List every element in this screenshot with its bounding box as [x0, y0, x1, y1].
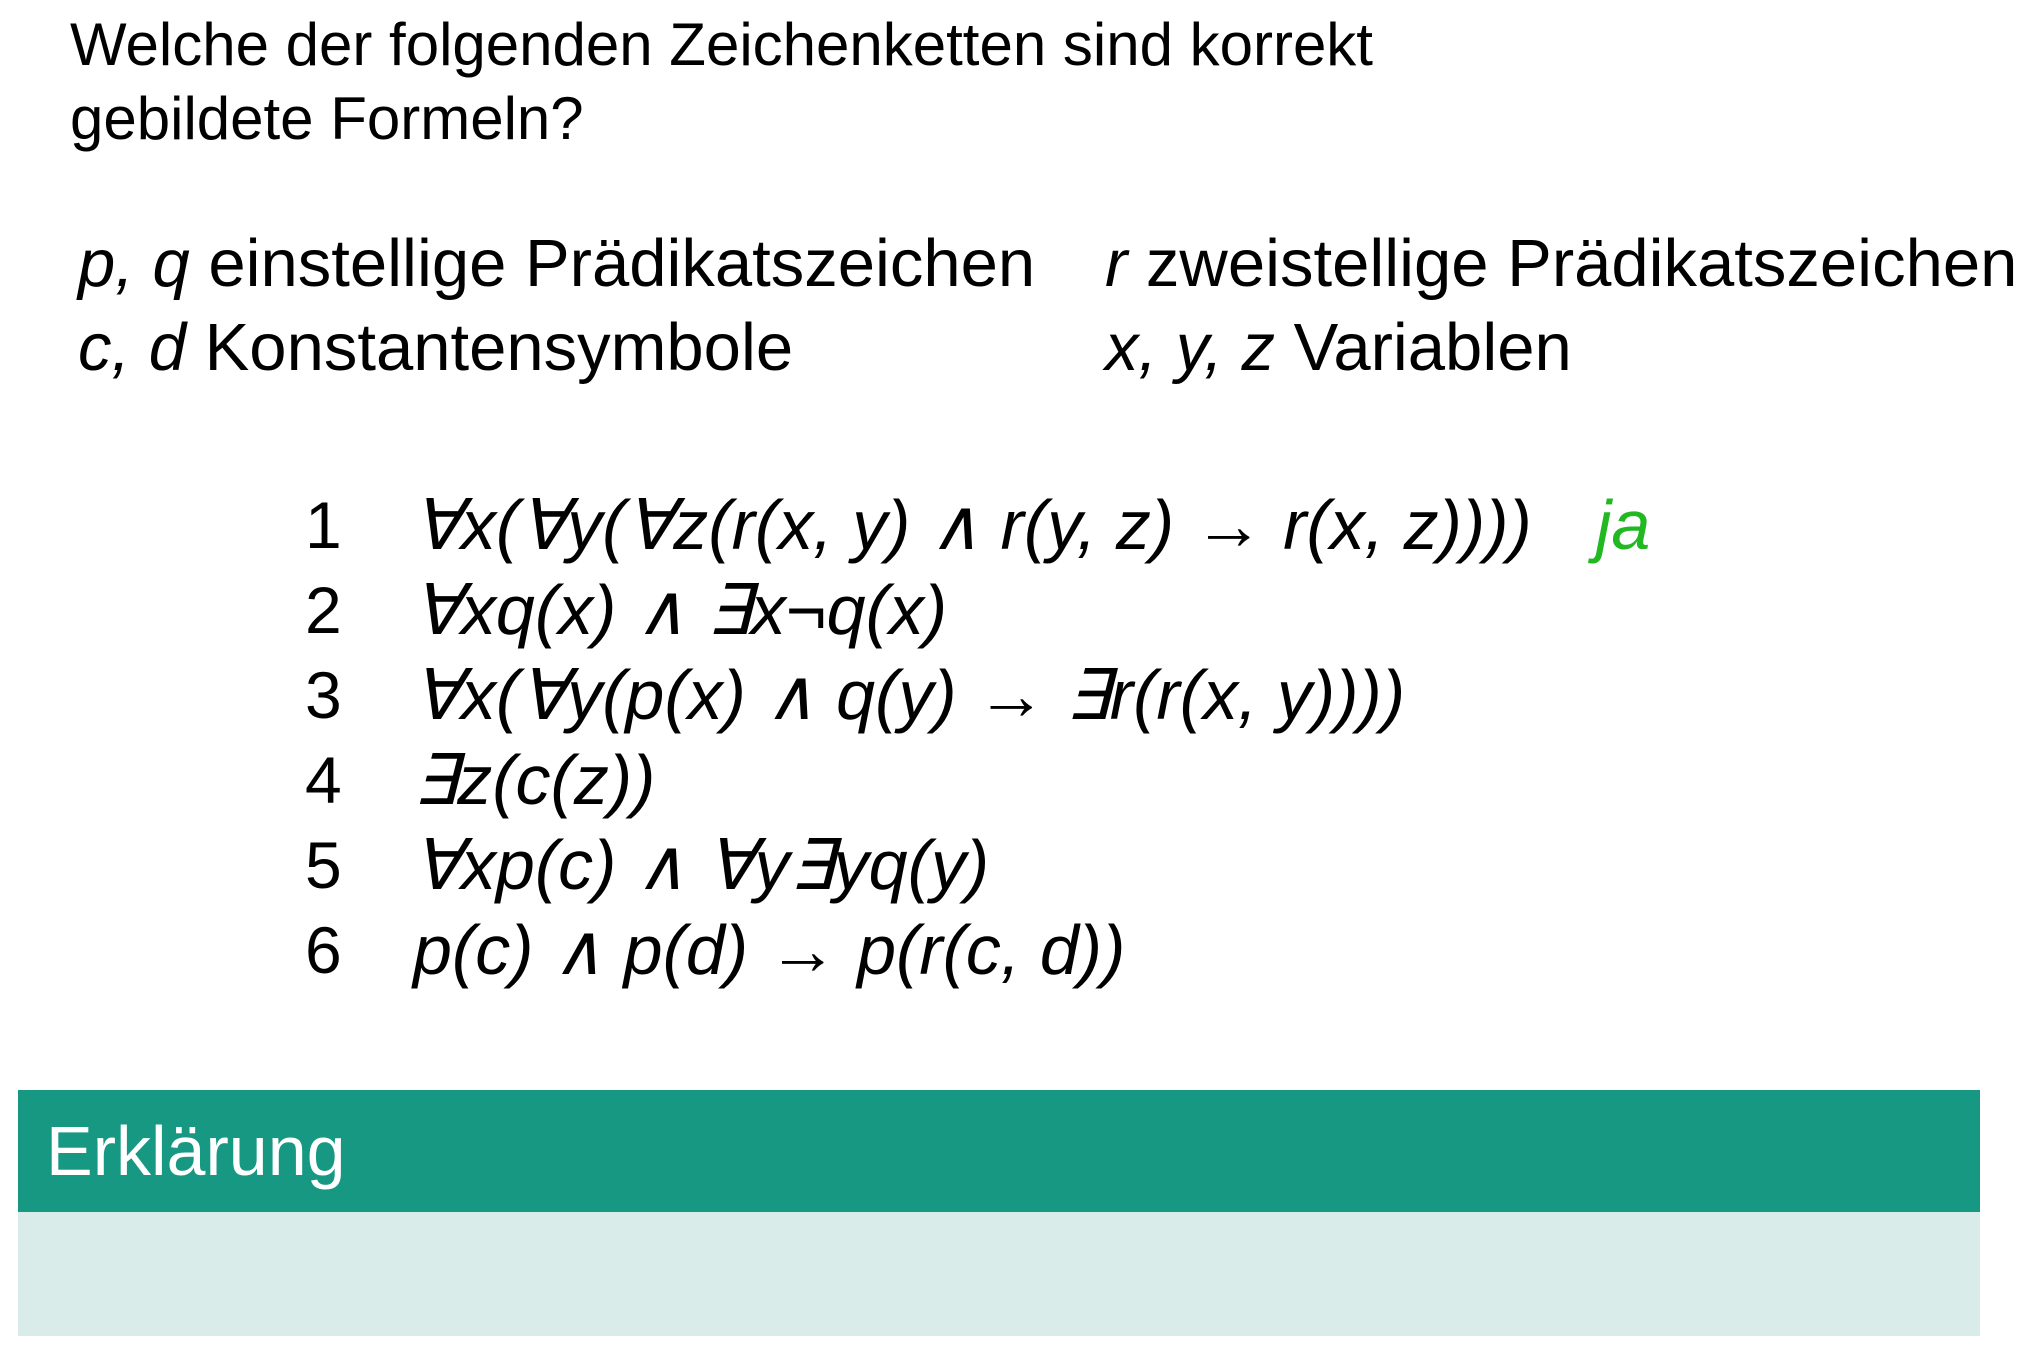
- formula-row: 4 ∃z(c(z)): [305, 737, 1650, 822]
- formula-expression: ∀x(∀y(p(x) ∧ q(y) → ∃r(r(x, y)))): [413, 655, 1406, 734]
- formula-expression: ∀x(∀y(∀z(r(x, y) ∧ r(y, z) → r(x, z)))): [413, 485, 1532, 564]
- formula-expression: p(c) ∧ p(d) → p(r(c, d)): [413, 910, 1126, 989]
- signature-item: r zweistellige Prädikatszeichen: [1105, 222, 2017, 306]
- formula-number: 1: [305, 487, 342, 562]
- signature-item: c, d Konstantensymbole: [78, 306, 1035, 390]
- signature-item: x, y, z Variablen: [1105, 306, 2017, 390]
- formula-number: 5: [305, 827, 342, 902]
- signature-symbols: c, d: [78, 310, 186, 385]
- question-text: Welche der folgenden Zeichenketten sind …: [70, 8, 1570, 156]
- signature-description: Konstantensymbole: [186, 310, 794, 385]
- signature-description: einstellige Prädikatszeichen: [189, 226, 1036, 301]
- formula-expression: ∀xp(c) ∧ ∀y∃yq(y): [413, 825, 990, 904]
- signature-symbols: p, q: [78, 226, 190, 301]
- formula-number: 4: [305, 742, 342, 817]
- formula-row: 6 p(c) ∧ p(d) → p(r(c, d)): [305, 907, 1650, 992]
- formula-number: 6: [305, 912, 342, 987]
- signature-symbols: x, y, z: [1105, 310, 1275, 385]
- question-line-2: gebildete Formeln?: [70, 85, 584, 152]
- formula-expression: ∃z(c(z)): [413, 740, 656, 819]
- formula-answer: ja: [1595, 485, 1651, 564]
- signature-symbols: r: [1105, 226, 1128, 301]
- formula-expression: ∀xq(x) ∧ ∃x¬q(x): [413, 570, 948, 649]
- signature-right: r zweistellige Prädikatszeichen x, y, z …: [1105, 222, 2017, 390]
- explanation-body: [18, 1212, 1980, 1336]
- formula-row: 1 ∀x(∀y(∀z(r(x, y) ∧ r(y, z) → r(x, z)))…: [305, 482, 1650, 567]
- signature-description: zweistellige Prädikatszeichen: [1127, 226, 2018, 301]
- signature-item: p, q einstellige Prädikatszeichen: [78, 222, 1035, 306]
- formula-row: 2 ∀xq(x) ∧ ∃x¬q(x): [305, 567, 1650, 652]
- signature-left: p, q einstellige Prädikatszeichen c, d K…: [78, 222, 1035, 390]
- formula-row: 5 ∀xp(c) ∧ ∀y∃yq(y): [305, 822, 1650, 907]
- formula-list: 1 ∀x(∀y(∀z(r(x, y) ∧ r(y, z) → r(x, z)))…: [305, 482, 1650, 992]
- formula-number: 3: [305, 657, 342, 732]
- formula-number: 2: [305, 572, 342, 647]
- formula-row: 3 ∀x(∀y(p(x) ∧ q(y) → ∃r(r(x, y)))): [305, 652, 1650, 737]
- explanation-header: Erklärung: [18, 1090, 1980, 1212]
- question-line-1: Welche der folgenden Zeichenketten sind …: [70, 11, 1373, 78]
- signature-description: Variablen: [1275, 310, 1572, 385]
